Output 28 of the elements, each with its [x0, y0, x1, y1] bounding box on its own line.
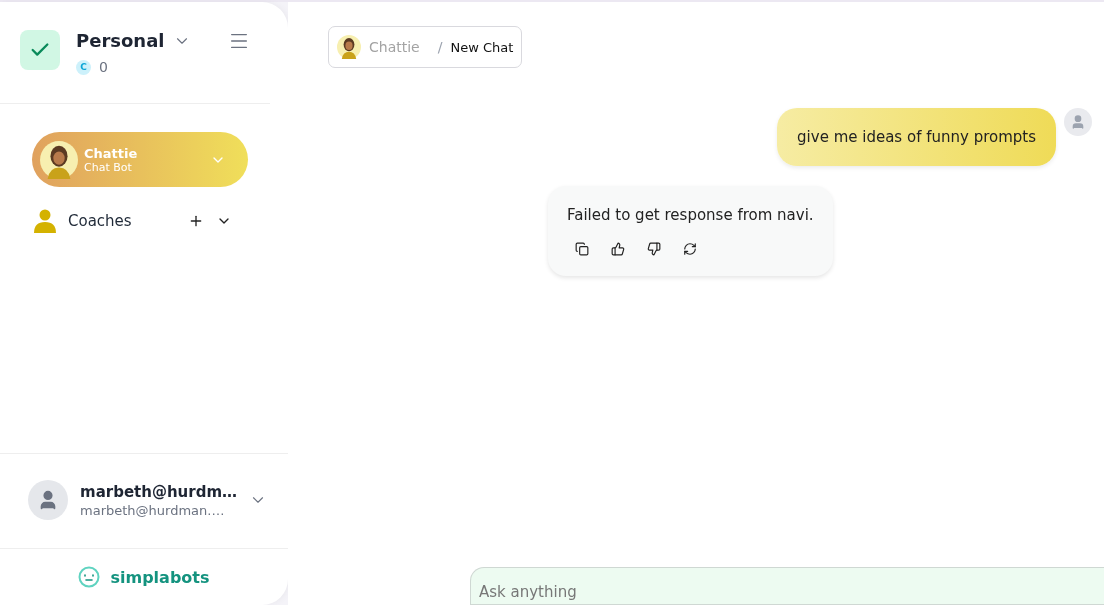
brand-name: simplabots: [110, 567, 210, 587]
credit-count: 0: [99, 59, 108, 75]
bot-name: Chattie: [84, 145, 139, 161]
bot-subtitle: Chat Bot: [84, 160, 133, 174]
user-avatar: [28, 480, 68, 520]
user-avatar: [1064, 108, 1092, 136]
avatar-drawing: [337, 35, 361, 59]
message-input[interactable]: Ask anything: [470, 567, 1104, 605]
plus-icon[interactable]: [188, 213, 204, 229]
breadcrumb-current: New Chat: [450, 39, 514, 55]
breadcrumb-separator: /: [437, 39, 443, 55]
thumbs-down-icon[interactable]: [647, 242, 661, 256]
credit-badge: C: [76, 59, 91, 75]
avatar-drawing: [40, 140, 78, 179]
check-logo: [20, 30, 60, 70]
workspace-name: Personal: [76, 30, 165, 51]
coaches-label: Coaches: [68, 212, 133, 230]
smiley-logo-icon: [78, 566, 101, 588]
user-name: marbeth@hurdm…: [80, 482, 238, 501]
refresh-icon[interactable]: [683, 242, 697, 256]
user-email: marbeth@hurdman.…: [80, 502, 226, 518]
thumbs-up-icon[interactable]: [611, 242, 625, 256]
person-icon: [34, 209, 56, 233]
breadcrumb-link[interactable]: Chattie: [369, 39, 420, 55]
bot-selector[interactable]: Chattie Chat Bot: [32, 132, 248, 187]
bot-message: Failed to get response from navi.: [567, 206, 814, 224]
user-message: give me ideas of funny prompts: [777, 108, 1056, 166]
copy-icon[interactable]: [575, 242, 589, 256]
